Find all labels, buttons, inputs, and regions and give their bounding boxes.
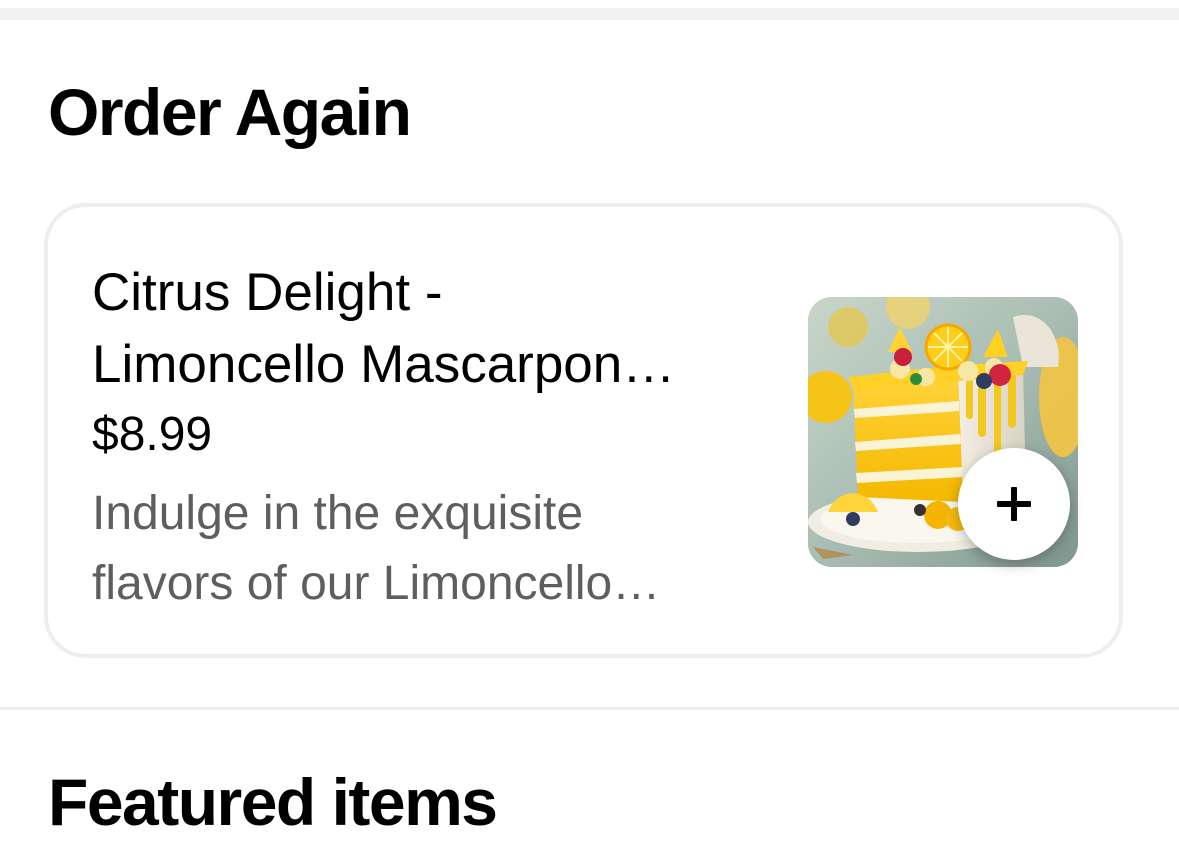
item-price: $8.99 [92, 408, 213, 461]
order-again-title: Order Again [48, 75, 412, 149]
item-description-line-1: Indulge in the exquisite [92, 487, 584, 540]
item-description-line-2: flavors of our Limoncello… [92, 557, 661, 610]
order-again-item-card[interactable]: Citrus Delight - Limoncello Mascarpon… $… [44, 203, 1123, 658]
add-to-cart-button[interactable] [958, 448, 1070, 560]
item-name: Citrus Delight - Limoncello Mascarpon… [92, 257, 792, 401]
item-name-line-2: Limoncello Mascarpon… [92, 335, 676, 394]
section-divider [0, 707, 1179, 710]
item-description: Indulge in the exquisite flavors of our … [92, 479, 792, 619]
top-section-divider [0, 8, 1179, 20]
item-name-line-1: Citrus Delight - [92, 263, 443, 322]
plus-icon [997, 487, 1031, 521]
featured-items-title: Featured items [48, 765, 498, 839]
